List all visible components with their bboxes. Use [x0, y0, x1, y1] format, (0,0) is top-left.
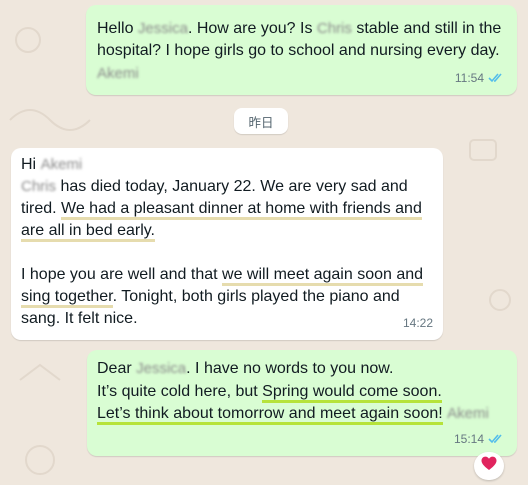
heart-icon: [481, 456, 497, 476]
message-text: tired.: [21, 200, 62, 217]
message-line: Dear Jessica. I have no words to you now…: [97, 358, 393, 381]
double-check-icon: [488, 433, 505, 444]
message-text: . I have no words to you now.: [186, 360, 394, 377]
highlighted-text: Let’s think about tomorrow and meet agai…: [97, 405, 443, 425]
message-text: stable and still in the: [351, 20, 502, 37]
highlighted-text: We had a pleasant dinner at home with fr…: [61, 200, 422, 220]
message-text: . How are you? Is: [187, 20, 317, 37]
highlighted-text: sing together: [21, 288, 113, 308]
message-line: are all in bed early.: [21, 220, 155, 243]
message-text: Dear: [97, 360, 137, 377]
message-line: Hi Akemi: [21, 154, 82, 177]
message-line: hospital? I hope girls go to school and …: [97, 40, 500, 63]
message-text: sang. It felt nice.: [21, 310, 138, 327]
redacted-name: Chris: [21, 178, 57, 195]
redacted-name: Jessica: [137, 20, 188, 37]
redacted-name: Akemi: [40, 156, 83, 173]
message-meta: 15:14: [454, 428, 505, 451]
redacted-signature: Akemi: [97, 65, 139, 82]
message-timestamp: 14:22: [402, 315, 433, 330]
date-separator: 昨日: [234, 108, 288, 134]
redacted-name: Jessica: [136, 360, 187, 377]
message-meta: 14:22: [403, 312, 433, 335]
message-timestamp: 15:14: [453, 431, 484, 446]
highlighted-text: Spring would come soon.: [262, 383, 442, 403]
message-line: sang. It felt nice.: [21, 308, 138, 331]
message-text: It’s quite cold here, but: [97, 383, 263, 400]
incoming-message-bubble[interactable]: Hi Akemi Chris has died today, January 2…: [11, 148, 443, 340]
redacted-signature: Akemi: [447, 405, 489, 422]
message-text: hospital? I hope girls go to school and …: [97, 42, 500, 59]
message-line: Hello Jessica. How are you? Is Chris sta…: [97, 18, 501, 41]
message-text: . Tonight, both girls played the piano a…: [112, 288, 400, 305]
message-timestamp: 11:54: [454, 70, 484, 85]
message-line: Let’s think about tomorrow and meet agai…: [97, 403, 489, 426]
outgoing-message-bubble[interactable]: Hello Jessica. How are you? Is Chris sta…: [86, 5, 517, 95]
message-line: It’s quite cold here, but Spring would c…: [97, 381, 442, 404]
highlighted-text: we will meet again soon and: [222, 266, 424, 286]
message-text: I hope you are well and that: [21, 266, 223, 283]
message-line: I hope you are well and that we will mee…: [21, 264, 424, 287]
message-meta: 11:54: [455, 67, 505, 90]
highlighted-text: are all in bed early.: [21, 222, 155, 242]
message-line: Chris has died today, January 22. We are…: [21, 176, 408, 199]
message-text: Hello: [97, 20, 138, 37]
message-reaction[interactable]: [474, 452, 504, 480]
message-line: Akemi: [97, 63, 139, 86]
outgoing-message-bubble[interactable]: Dear Jessica. I have no words to you now…: [87, 350, 517, 456]
message-line: tired. We had a pleasant dinner at home …: [21, 198, 422, 221]
message-text: Hi: [21, 156, 41, 173]
message-line: sing together. Tonight, both girls playe…: [21, 286, 400, 309]
double-check-icon: [488, 72, 505, 83]
redacted-name: Chris: [316, 20, 352, 37]
message-text: has died today, January 22. We are very …: [56, 178, 408, 195]
